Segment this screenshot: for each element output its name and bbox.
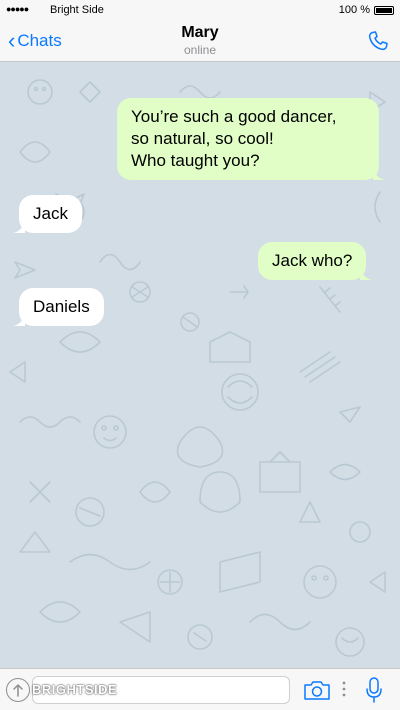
contact-name[interactable]: Mary bbox=[0, 24, 400, 42]
message-input-bar: BRIGHTSIDE bbox=[0, 668, 400, 710]
camera-icon[interactable] bbox=[303, 678, 331, 702]
message-bubble-incoming[interactable]: Daniels bbox=[13, 288, 104, 326]
message-bubble-outgoing[interactable]: You’re such a good dancer, so natural, s… bbox=[117, 98, 385, 180]
bubble-tail bbox=[13, 219, 25, 233]
battery-percentage: 100 % bbox=[338, 4, 370, 16]
microphone-icon[interactable] bbox=[364, 676, 384, 704]
bubble-tail bbox=[373, 166, 385, 180]
message-text-line: You’re such a good dancer, bbox=[131, 107, 337, 126]
chat-header: ‹ Chats Mary online bbox=[0, 20, 400, 62]
message-bubble-incoming[interactable]: Jack bbox=[13, 195, 82, 233]
message-text: Jack who? bbox=[272, 251, 353, 270]
chat-area[interactable]: You’re such a good dancer, so natural, s… bbox=[0, 62, 400, 668]
more-dots-icon[interactable] bbox=[342, 681, 346, 697]
message-text-line: Who taught you? bbox=[131, 151, 260, 170]
brightside-watermark: BRIGHTSIDE bbox=[32, 682, 118, 697]
battery-icon bbox=[374, 6, 394, 15]
attach-button[interactable] bbox=[6, 678, 30, 702]
phone-icon[interactable] bbox=[366, 29, 390, 53]
message-text: Jack bbox=[33, 204, 68, 223]
message-text: Daniels bbox=[33, 297, 90, 316]
message-text-line: so natural, so cool! bbox=[131, 129, 274, 148]
status-bar: ●●●●● Bright Side 100 % bbox=[0, 0, 400, 20]
signal-strength-indicator: ●●●●● bbox=[6, 4, 29, 14]
bubble-tail bbox=[13, 312, 25, 326]
carrier-name: Bright Side bbox=[50, 4, 104, 16]
contact-status: online bbox=[183, 43, 217, 57]
message-bubble-outgoing[interactable]: Jack who? bbox=[258, 242, 373, 280]
bubble-tail bbox=[360, 266, 373, 280]
attach-icon bbox=[13, 684, 23, 697]
